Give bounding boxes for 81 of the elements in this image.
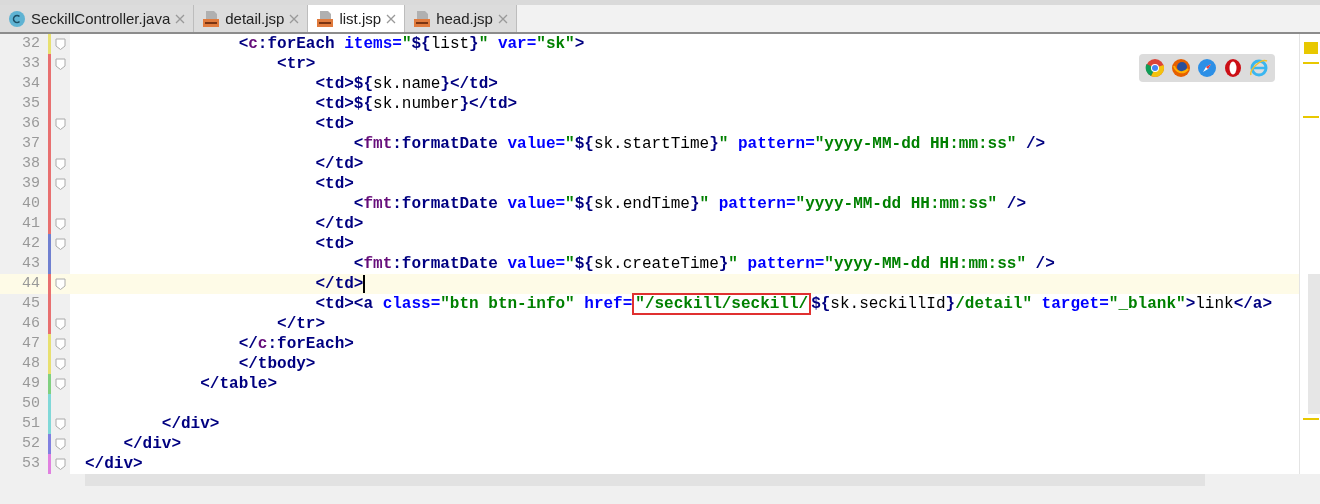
warning-marker[interactable] (1304, 42, 1318, 54)
code-line: <fmt:formatDate value="${sk.startTime}" pattern="yyyy-MM-dd HH:mm:ss" /> (352, 133, 1046, 155)
code-line: </td> (314, 153, 364, 175)
code-line: </c:forEach> (237, 333, 354, 355)
code-line: <fmt:formatDate value="${sk.endTime}" pattern="yyyy-MM-dd HH:mm:ss" /> (352, 193, 1026, 215)
fold-icon[interactable] (55, 218, 66, 230)
close-icon[interactable] (175, 13, 186, 24)
line-number: 34 (21, 75, 41, 93)
line-number: 51 (21, 415, 41, 433)
editor-tab[interactable]: list.jsp (308, 5, 406, 32)
code-line: </tbody> (237, 353, 316, 375)
line-number: 44 (21, 275, 41, 293)
line-number: 49 (21, 375, 41, 393)
fold-icon[interactable] (55, 178, 66, 190)
jsp-file-icon (202, 9, 221, 28)
line-number: 43 (21, 255, 41, 273)
line-number: 42 (21, 235, 41, 253)
opera-icon[interactable] (1223, 58, 1243, 78)
editor-tab[interactable]: detail.jsp (194, 5, 309, 32)
fold-icon[interactable] (55, 338, 66, 350)
error-stripe-mark[interactable] (1303, 62, 1319, 64)
close-icon[interactable] (497, 13, 508, 24)
line-number: 33 (21, 55, 41, 73)
line-number: 47 (21, 335, 41, 353)
fold-icon[interactable] (55, 118, 66, 130)
scrollbar-thumb[interactable] (1308, 274, 1320, 414)
class-icon (8, 9, 26, 28)
editor-tab[interactable]: SeckillController.java (0, 5, 195, 32)
code-line: <td>${sk.number}</td> (314, 93, 518, 115)
fold-icon[interactable] (55, 238, 66, 250)
text-cursor (363, 275, 366, 293)
fold-icon[interactable] (55, 58, 66, 70)
fold-icon[interactable] (55, 458, 66, 470)
code-line: <tr> (276, 53, 316, 75)
line-number: 39 (21, 175, 41, 193)
compass-icon[interactable] (1197, 58, 1217, 78)
line-number: 52 (21, 435, 41, 453)
code-line: </table> (199, 373, 278, 395)
line-number: 35 (21, 95, 41, 113)
close-icon[interactable] (289, 13, 300, 24)
code-line: <fmt:formatDate value="${sk.createTime}" pattern="yyyy-MM-dd HH:mm:ss" /> (352, 253, 1055, 275)
error-stripe-mark[interactable] (1303, 116, 1319, 118)
line-number: 53 (21, 455, 41, 473)
chrome-icon[interactable] (1145, 58, 1165, 78)
line-number: 36 (21, 115, 41, 133)
error-stripe-mark[interactable] (1303, 418, 1319, 420)
fold-icon[interactable] (55, 378, 66, 390)
code-line: <td> (314, 113, 354, 135)
jsp-file-icon (413, 9, 432, 28)
code-line: <c:forEach items="${list}" var="sk"> (237, 33, 585, 55)
code-line: </div> (122, 433, 181, 455)
line-number: 50 (21, 395, 41, 413)
line-number: 48 (21, 355, 41, 373)
line-number: 37 (21, 135, 41, 153)
code-line: </div> (160, 413, 220, 435)
code-line: <td><a class="btn btn-info" href= "/seckill/seckill/ ${sk.seckillId}/detail" target="_blank">link</a> (314, 292, 1273, 316)
line-number: 46 (21, 315, 41, 333)
scrollbar-thumb[interactable] (85, 474, 1205, 486)
code-line: </td> (314, 213, 364, 235)
fold-icon[interactable] (55, 358, 66, 370)
fold-icon[interactable] (55, 38, 66, 50)
fold-icon[interactable] (55, 318, 66, 330)
code-line: <td> (314, 233, 354, 255)
code-line: </div> (85, 453, 143, 475)
line-number: 40 (21, 195, 41, 213)
code-line: </td> (314, 273, 364, 295)
internet-explorer-icon[interactable] (1249, 58, 1269, 78)
fold-icon[interactable] (55, 158, 66, 170)
line-number: 45 (21, 295, 41, 313)
fold-icon[interactable] (55, 278, 66, 290)
line-number: 41 (21, 215, 41, 233)
line-number: 32 (21, 35, 41, 53)
code-line: <td> (314, 173, 354, 195)
jsp-file-icon (316, 9, 335, 28)
code-line: </tr> (276, 313, 326, 335)
editor-tab[interactable]: head.jsp (405, 5, 517, 32)
fold-icon[interactable] (55, 418, 66, 430)
line-number: 38 (21, 155, 41, 173)
close-icon[interactable] (386, 13, 397, 24)
fold-icon[interactable] (55, 438, 66, 450)
code-line: <td>${sk.name}</td> (314, 73, 498, 95)
